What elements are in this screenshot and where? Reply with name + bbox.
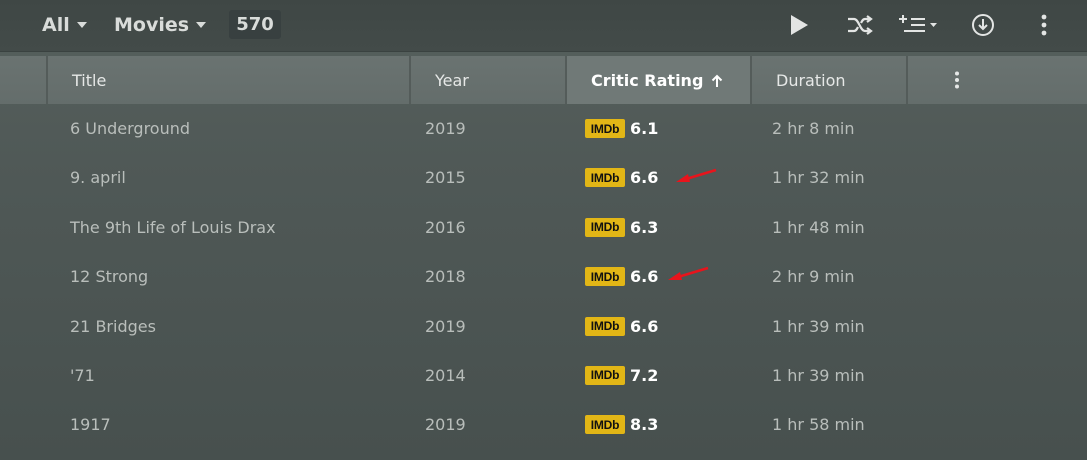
movie-duration: 1 hr 39 min [772,316,865,336]
imdb-logo-icon: IMDb [585,316,625,336]
more-vertical-icon[interactable] [1036,10,1052,40]
column-options-more-icon[interactable] [906,56,1006,104]
movie-list: 6 Underground 2019 IMDb 6.1 2 hr 8 min 9… [0,104,1087,450]
critic-rating: IMDb 6.3 [585,203,658,252]
movie-title[interactable]: '71 [70,351,95,400]
imdb-logo-icon: IMDb [585,217,625,237]
critic-rating: IMDb 6.6 [585,302,658,351]
column-header-duration-label: Duration [776,70,846,90]
critic-rating: IMDb 6.6 [585,252,658,301]
critic-rating: IMDb 7.2 [585,351,658,400]
column-header-year-label: Year [435,70,469,90]
table-row[interactable]: 12 Strong 2018 IMDb 6.6 2 hr 9 min [0,252,1087,301]
column-header-year[interactable]: Year [409,56,566,104]
critic-rating: IMDb 6.6 [585,153,658,202]
annotation-arrow-icon [676,169,717,183]
movie-year: 2019 [425,119,466,138]
movie-duration: 2 hr 8 min [772,119,855,138]
movie-year: 2014 [425,365,466,385]
movie-title[interactable]: The 9th Life of Louis Drax [70,203,276,252]
rating-value: 7.2 [630,365,659,385]
movie-year: 2019 [425,316,466,336]
type-dropdown[interactable]: Movies [114,11,207,39]
table-row[interactable]: 9. april 2015 IMDb 6.6 1 hr 32 min [0,153,1087,202]
item-count-badge: 570 [229,10,281,39]
table-row[interactable]: '71 2014 IMDb 7.2 1 hr 39 min [0,351,1087,400]
movie-duration: 1 hr 32 min [772,168,865,188]
table-row[interactable]: 21 Bridges 2019 IMDb 6.6 1 hr 39 min [0,302,1087,351]
rating-value: 8.3 [630,415,659,435]
sort-ascending-icon [711,73,723,92]
column-header-critic-rating-label: Critic Rating [591,70,704,90]
play-icon[interactable] [786,10,812,40]
imdb-logo-icon: IMDb [585,415,625,435]
rating-value: 6.1 [630,119,659,138]
critic-rating: IMDb 6.1 [585,104,658,153]
shuffle-icon[interactable] [845,10,875,40]
movie-duration: 2 hr 9 min [772,267,855,287]
rating-value: 6.6 [630,316,659,336]
download-icon[interactable] [970,10,996,40]
movie-year: 2016 [425,217,466,237]
column-header-duration[interactable]: Duration [750,56,907,104]
library-view: All Movies 570 Title Year Critic Rating … [0,0,1087,460]
rating-value: 6.6 [630,267,659,287]
filter-dropdown-label: All [42,14,70,36]
movie-year: 2015 [425,168,466,188]
toolbar: All Movies 570 [0,0,1087,52]
annotation-arrow-icon [668,266,709,281]
movie-year: 2018 [425,267,466,287]
imdb-logo-icon: IMDb [585,267,625,287]
movie-year: 2019 [425,415,466,435]
imdb-logo-icon: IMDb [585,119,625,138]
rating-value: 6.3 [630,217,659,237]
movie-duration: 1 hr 58 min [772,415,865,435]
movie-title[interactable]: 12 Strong [70,252,148,301]
column-header-critic-rating[interactable]: Critic Rating [565,56,751,104]
movie-duration: 1 hr 48 min [772,217,865,237]
caret-down-icon [76,22,87,28]
imdb-logo-icon: IMDb [585,365,625,385]
table-row[interactable]: 6 Underground 2019 IMDb 6.1 2 hr 8 min [0,104,1087,153]
critic-rating: IMDb 8.3 [585,400,658,449]
filter-dropdown[interactable]: All [42,11,87,39]
column-header-title[interactable]: Title [46,56,410,104]
table-row[interactable]: The 9th Life of Louis Drax 2016 IMDb 6.3… [0,203,1087,252]
movie-title[interactable]: 9. april [70,153,126,202]
column-header-title-label: Title [72,70,107,90]
type-dropdown-label: Movies [114,14,190,36]
column-header-row: Title Year Critic Rating Duration [0,56,1087,104]
playlist-add-icon[interactable] [897,10,941,40]
table-row[interactable]: 1917 2019 IMDb 8.3 1 hr 58 min [0,400,1087,449]
movie-title[interactable]: 21 Bridges [70,302,156,351]
movie-title[interactable]: 6 Underground [70,104,190,153]
caret-down-icon [196,22,207,28]
movie-duration: 1 hr 39 min [772,365,865,385]
imdb-logo-icon: IMDb [585,168,625,188]
movie-title[interactable]: 1917 [70,400,111,449]
rating-value: 6.6 [630,168,659,188]
